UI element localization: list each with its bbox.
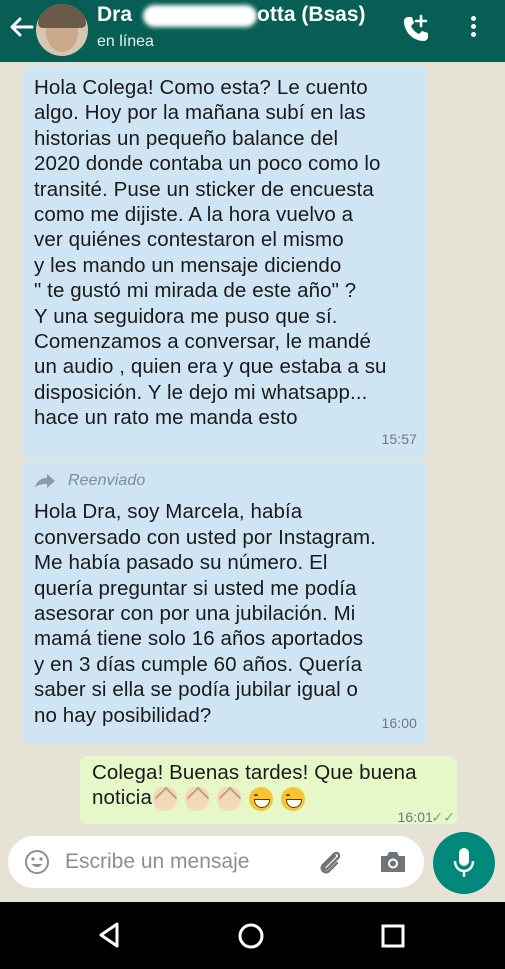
- compose-bar: Escribe un mensaje: [0, 824, 505, 902]
- contact-name-end: otta (Bsas): [257, 3, 366, 26]
- message-line: hace un rato me manda esto: [34, 406, 298, 430]
- forwarded-text: Reenviado: [68, 472, 146, 489]
- message-line: Comenzamos a conversar, le mandé: [34, 330, 372, 354]
- name-redaction: [143, 5, 257, 27]
- message-line: Colega! Buenas tardes! Que buena: [92, 761, 417, 784]
- camera-icon[interactable]: [378, 849, 408, 875]
- add-call-icon[interactable]: [400, 13, 432, 45]
- avatar[interactable]: [36, 4, 88, 56]
- nav-back-icon[interactable]: [97, 921, 121, 949]
- emoji-icon[interactable]: [24, 849, 50, 875]
- mic-button[interactable]: [433, 832, 495, 894]
- message-input[interactable]: Escribe un mensaje: [8, 836, 424, 888]
- message-incoming-forwarded[interactable]: Reenviado Hola Dra, soy Marcela, había c…: [22, 460, 427, 744]
- message-line: 2020 donde contaba un poco como lo: [34, 152, 381, 176]
- message-line-text: noticia: [92, 786, 152, 810]
- message-line: noticia: [92, 785, 447, 811]
- message-time: 15:57: [381, 430, 417, 447]
- message-line: y en 3 días cumple 60 años. Quería: [34, 652, 363, 676]
- message-outgoing[interactable]: Colega! Buenas tardes! Que buena noticia…: [80, 756, 457, 824]
- message-line: conversado con usted por Instagram.: [34, 525, 376, 549]
- contact-name-start: Dra: [97, 3, 133, 26]
- grinning-face-icon: [248, 786, 273, 811]
- forward-arrow-icon: [35, 473, 55, 488]
- clapping-hands-icon: [152, 786, 177, 811]
- forwarded-label: Reenviado: [34, 468, 417, 493]
- nav-recents-icon[interactable]: [380, 923, 406, 949]
- message-line: Hola Dra, soy Marcela, había: [34, 500, 303, 524]
- message-line: " te gustó mi mirada de este año" ?: [34, 279, 357, 303]
- message-line: asesorar con por una jubilación. Mi: [34, 602, 356, 626]
- message-line: no hay posibilidad?: [34, 703, 212, 727]
- message-line: Hola Colega! Como esta? Le cuento: [34, 76, 368, 99]
- message-line: algo. Hoy por la mañana subí en las: [34, 101, 366, 125]
- online-status: en línea: [97, 33, 154, 50]
- chat-header: Dra otta (Bsas) en línea: [0, 0, 505, 62]
- message-time: 16:01: [397, 808, 433, 824]
- back-arrow-icon[interactable]: [6, 12, 36, 42]
- message-line: historias un pequeño balance del: [34, 126, 339, 150]
- grinning-face-icon: [280, 786, 305, 811]
- message-line: mamá tiene solo 16 años aportados: [34, 627, 364, 651]
- contact-name[interactable]: Dra otta (Bsas): [97, 3, 387, 33]
- emoji-row: [152, 786, 313, 811]
- message-line: y les mando un mensaje diciendo: [34, 253, 342, 277]
- message-line: disposición. Y le dejo mi whatsapp...: [34, 380, 368, 404]
- mic-icon: [453, 848, 475, 877]
- message-line: saber si ella se podía jubilar igual o: [34, 678, 359, 702]
- message-line: Me había pasado su número. El: [34, 551, 328, 575]
- system-nav-bar: [0, 902, 505, 969]
- message-line: Y una seguidora me puso que sí.: [34, 304, 338, 328]
- message-incoming[interactable]: Hola Colega! Como esta? Le cuento algo. …: [22, 66, 427, 458]
- message-line: un audio , quien era y que estaba a su: [34, 355, 387, 379]
- clapping-hands-icon: [184, 786, 209, 811]
- message-line: como me dijiste. A la hora vuelvo a: [34, 203, 354, 227]
- message-line: ver quiénes contestaron el mismo: [34, 228, 344, 252]
- read-receipt-icon: ✓✓: [431, 808, 455, 824]
- chat-area[interactable]: Hola Colega! Como esta? Le cuento algo. …: [0, 62, 505, 824]
- nav-home-icon[interactable]: [236, 921, 266, 951]
- message-time: 16:00: [381, 714, 417, 731]
- more-options-icon[interactable]: [466, 13, 480, 45]
- message-line: quería preguntar si usted me podía: [34, 576, 357, 600]
- message-line: transité. Puse un sticker de encuesta: [34, 177, 374, 201]
- clapping-hands-icon: [216, 786, 241, 811]
- message-input-placeholder: Escribe un mensaje: [65, 850, 250, 873]
- attach-icon[interactable]: [316, 848, 346, 878]
